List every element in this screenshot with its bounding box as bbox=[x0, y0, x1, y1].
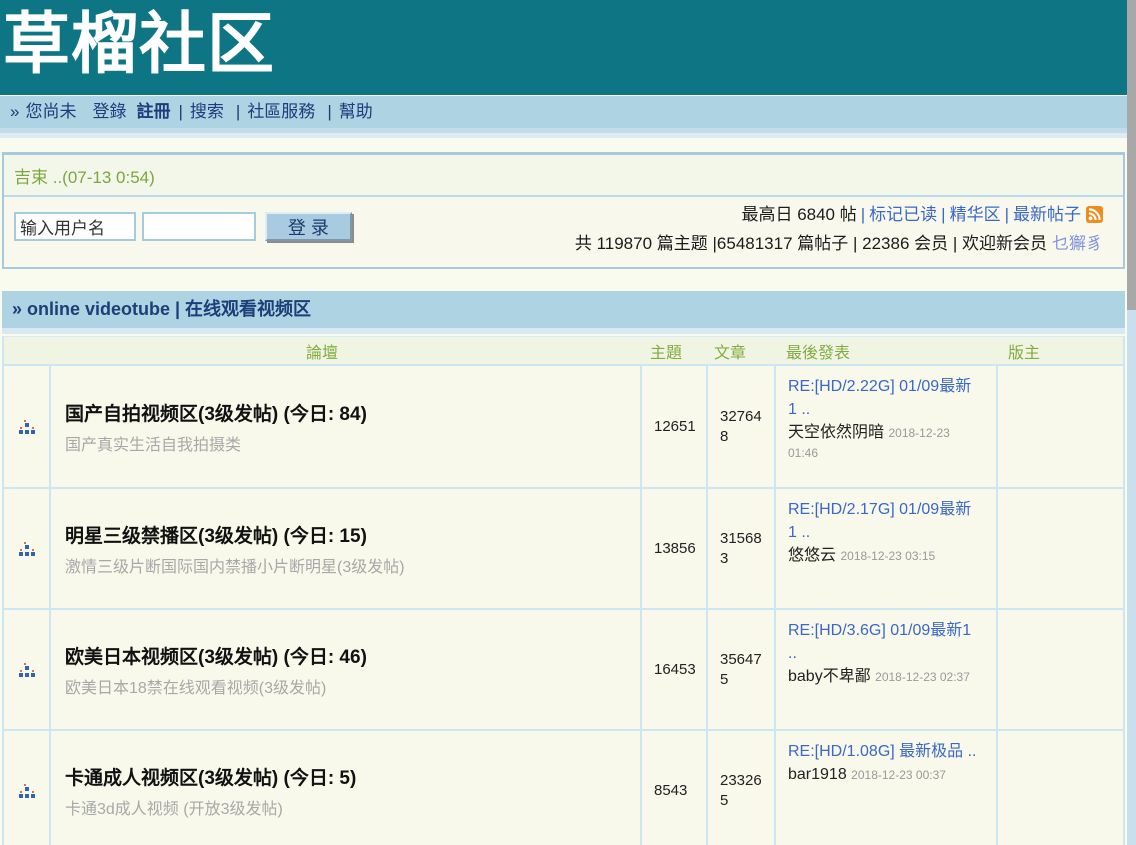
topics-count: 16453 bbox=[640, 610, 706, 729]
forum-status-icon bbox=[19, 784, 35, 798]
forum-cell: 明星三级禁播区(3级发帖) (今日: 15) 激情三级片断国际国内禁播小片断明星… bbox=[49, 489, 640, 608]
topics-count: 12651 bbox=[640, 366, 706, 487]
last-post-link[interactable]: RE:[HD/2.17G] 01/09最新1 .. bbox=[788, 498, 980, 544]
newest-posts-link[interactable]: 最新帖子 bbox=[1013, 205, 1081, 224]
posts-count: 315683 bbox=[706, 489, 774, 608]
last-post-link[interactable]: RE:[HD/2.22G] 01/09最新1 .. bbox=[788, 375, 980, 421]
site-header: 草榴社区 bbox=[0, 0, 1127, 95]
forum-status-icon bbox=[19, 663, 35, 677]
mark-read-link[interactable]: 标记已读 bbox=[869, 205, 937, 224]
forum-description: 激情三级片断国际国内禁播小片断明星(3级发帖) bbox=[65, 553, 640, 577]
nav-register-link[interactable]: 註冊 bbox=[136, 102, 170, 121]
last-post-cell: RE:[HD/3.6G] 01/09最新1 .. baby不卑鄙 2018-12… bbox=[774, 610, 996, 729]
nav-services-link[interactable]: 社區服務 bbox=[247, 102, 315, 121]
forum-link[interactable]: 国产自拍视频区(3级发帖) (今日: 84) bbox=[65, 399, 640, 426]
forum-cell: 国产自拍视频区(3级发帖) (今日: 84) 国产真实生活自我拍摄类 bbox=[49, 366, 640, 487]
username-input[interactable] bbox=[14, 212, 136, 241]
col-header-last-post: 最後發表 bbox=[774, 339, 996, 363]
col-header-topics: 主題 bbox=[640, 339, 706, 363]
table-row: 欧美日本视频区(3级发帖) (今日: 46) 欧美日本18禁在线观看视频(3级发… bbox=[4, 608, 1123, 729]
scrollbar-thumb[interactable] bbox=[1127, 0, 1136, 310]
last-post-link[interactable]: RE:[HD/1.08G] 最新极品 .. bbox=[788, 740, 980, 763]
main-nav: » 您尚未登錄註冊 | 搜索 | 社區服務 | 幫助 bbox=[0, 95, 1127, 128]
table-header-row: 論壇 主題 文章 最後發表 版主 bbox=[4, 337, 1123, 366]
stats-separator: | bbox=[861, 205, 865, 224]
stats-line-2: 共 119870 篇主题 |65481317 篇帖子 | 22386 会员 | … bbox=[575, 231, 1103, 257]
posts-count: 233265 bbox=[706, 731, 774, 845]
moderator-cell bbox=[996, 366, 1123, 487]
max-daily-posts-text: 最高日 6840 帖 bbox=[741, 205, 856, 224]
stats-separator: | bbox=[941, 205, 945, 224]
status-icon-cell bbox=[4, 610, 49, 729]
posts-count: 327648 bbox=[706, 366, 774, 487]
forum-cell: 欧美日本视频区(3级发帖) (今日: 46) 欧美日本18禁在线观看视频(3级发… bbox=[49, 610, 640, 729]
announcement-link[interactable]: 吉束 ..(07-13 0:54) bbox=[14, 168, 155, 187]
forum-link[interactable]: 欧美日本视频区(3级发帖) (今日: 46) bbox=[65, 642, 640, 669]
nav-separator: | bbox=[178, 102, 182, 121]
nav-separator: | bbox=[327, 102, 331, 121]
section-title: » online videotube | 在线观看视频区 bbox=[12, 299, 311, 319]
last-post-author[interactable]: 天空依然阴暗 bbox=[788, 424, 884, 441]
table-row: 国产自拍视频区(3级发帖) (今日: 84) 国产真实生活自我拍摄类 12651… bbox=[4, 366, 1123, 487]
moderator-cell bbox=[996, 731, 1123, 845]
forum-description: 欧美日本18禁在线观看视频(3级发帖) bbox=[65, 674, 640, 698]
status-icon-cell bbox=[4, 489, 49, 608]
col-header-moderator: 版主 bbox=[996, 339, 1123, 363]
announcement-bar: 吉束 ..(07-13 0:54) bbox=[4, 155, 1123, 197]
forum-cell: 卡通成人视频区(3级发帖) (今日: 5) 卡通3d成人视频 (开放3级发帖) bbox=[49, 731, 640, 845]
password-input[interactable] bbox=[142, 212, 256, 241]
section-underline-strip bbox=[2, 328, 1125, 334]
page: 草榴社区 » 您尚未登錄註冊 | 搜索 | 社區服務 | 幫助 吉束 ..(07-13 0:5… bbox=[0, 0, 1127, 845]
table-row: 明星三级禁播区(3级发帖) (今日: 15) 激情三级片断国际国内禁播小片断明星… bbox=[4, 487, 1123, 608]
forum-table: 論壇 主題 文章 最後發表 版主 国产自拍视频区(3级发帖) (今日: 84) … bbox=[2, 336, 1125, 845]
site-logo: 草榴社区 bbox=[0, 0, 1127, 90]
forum-link[interactable]: 卡通成人视频区(3级发帖) (今日: 5) bbox=[65, 763, 640, 790]
last-post-cell: RE:[HD/1.08G] 最新极品 .. bar1918 2018-12-23… bbox=[774, 731, 996, 845]
nav-login-link[interactable]: 登錄 bbox=[92, 102, 126, 121]
nav-help-link[interactable]: 幫助 bbox=[339, 102, 373, 121]
last-post-cell: RE:[HD/2.17G] 01/09最新1 .. 悠悠云 2018-12-23… bbox=[774, 489, 996, 608]
digest-area-link[interactable]: 精华区 bbox=[950, 205, 1001, 224]
table-row: 卡通成人视频区(3级发帖) (今日: 5) 卡通3d成人视频 (开放3级发帖) … bbox=[4, 729, 1123, 845]
moderator-cell bbox=[996, 489, 1123, 608]
forum-description: 卡通3d成人视频 (开放3级发帖) bbox=[65, 795, 640, 819]
login-button[interactable]: 登 录 bbox=[265, 212, 352, 241]
nav-separator: | bbox=[236, 102, 240, 121]
forum-stats: 最高日 6840 帖|标记已读|精华区|最新帖子 共 119870 篇主题 |6… bbox=[575, 202, 1103, 257]
status-icon-cell bbox=[4, 366, 49, 487]
moderator-cell bbox=[996, 610, 1123, 729]
login-form: 登 录 bbox=[14, 212, 352, 241]
login-stats-area: 登 录 最高日 6840 帖|标记已读|精华区|最新帖子 共 119870 篇主… bbox=[4, 197, 1123, 267]
forum-link[interactable]: 明星三级禁播区(3级发帖) (今日: 15) bbox=[65, 521, 640, 548]
new-member-link[interactable]: 乜獬豸 bbox=[1052, 234, 1103, 253]
forum-description: 国产真实生活自我拍摄类 bbox=[65, 431, 640, 455]
posts-count: 356475 bbox=[706, 610, 774, 729]
nav-underline-strip-light bbox=[0, 133, 1127, 138]
last-post-author[interactable]: baby不卑鄙 bbox=[788, 668, 871, 685]
nav-search-link[interactable]: 搜索 bbox=[190, 102, 224, 121]
forum-totals-text: 共 119870 篇主题 |65481317 篇帖子 | 22386 会员 | … bbox=[575, 234, 1047, 253]
last-post-cell: RE:[HD/2.22G] 01/09最新1 .. 天空依然阴暗 2018-12… bbox=[774, 366, 996, 487]
scrollbar[interactable] bbox=[1127, 0, 1136, 845]
last-post-author[interactable]: bar1918 bbox=[788, 766, 847, 783]
last-post-time: 2018-12-23 03:15 bbox=[840, 549, 935, 563]
topics-count: 8543 bbox=[640, 731, 706, 845]
section-header[interactable]: » online videotube | 在线观看视频区 bbox=[2, 291, 1125, 328]
stats-line-1: 最高日 6840 帖|标记已读|精华区|最新帖子 bbox=[575, 202, 1103, 231]
last-post-link[interactable]: RE:[HD/3.6G] 01/09最新1 .. bbox=[788, 619, 980, 665]
nav-arrow-icon: » bbox=[10, 102, 19, 121]
topics-count: 13856 bbox=[640, 489, 706, 608]
stats-separator: | bbox=[1005, 205, 1009, 224]
last-post-author[interactable]: 悠悠云 bbox=[788, 547, 836, 564]
rss-icon[interactable] bbox=[1086, 205, 1103, 231]
forum-status-icon bbox=[19, 542, 35, 556]
col-header-forum: 論壇 bbox=[4, 339, 640, 363]
announcement-panel: 吉束 ..(07-13 0:54) 登 录 最高日 6840 帖|标记已读|精华… bbox=[2, 152, 1125, 269]
status-icon-cell bbox=[4, 731, 49, 845]
col-header-posts: 文章 bbox=[706, 339, 774, 363]
forum-status-icon bbox=[19, 420, 35, 434]
login-status-text: 您尚未 bbox=[25, 102, 76, 121]
last-post-time: 2018-12-23 02:37 bbox=[875, 670, 970, 684]
last-post-time: 2018-12-23 00:37 bbox=[851, 768, 946, 782]
